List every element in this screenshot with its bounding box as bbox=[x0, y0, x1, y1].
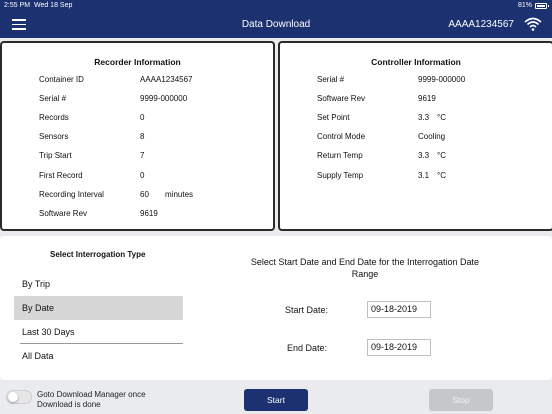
controller-label: Control Mode bbox=[317, 132, 366, 142]
date-range-title: Select Start Date and End Date for the I… bbox=[250, 257, 480, 279]
controller-label: Return Temp bbox=[317, 151, 363, 161]
battery-icon bbox=[535, 2, 549, 9]
controller-info-title: Controller Information bbox=[371, 57, 461, 67]
interrogation-type-title: Select Interrogation Type bbox=[50, 250, 146, 259]
recorder-label: Records bbox=[39, 113, 69, 123]
option-last-30-days[interactable]: Last 30 Days bbox=[14, 320, 183, 344]
start-date-input[interactable]: 09-18-2019 bbox=[367, 301, 431, 318]
recorder-value: AAAA1234567 bbox=[140, 75, 193, 84]
battery-fill bbox=[537, 4, 546, 7]
battery-percent: 81% bbox=[517, 2, 532, 9]
recorder-label: Recording Interval bbox=[39, 189, 104, 199]
download-manager-label: Goto Download Manager once Download is d… bbox=[37, 390, 146, 409]
controller-unit: °C bbox=[437, 170, 446, 180]
controller-value: Cooling bbox=[418, 132, 446, 142]
controller-label: Software Rev bbox=[317, 94, 366, 104]
recorder-value: 0 bbox=[140, 113, 145, 123]
controller-label: Supply Temp bbox=[317, 170, 364, 180]
download-manager-toggle[interactable] bbox=[6, 390, 32, 404]
interrogation-section: Select Interrogation Type By Trip By Dat… bbox=[0, 236, 552, 380]
recorder-info-title: Recorder Information bbox=[94, 57, 181, 67]
status-time: 2:55 PM Wed 18 Sep bbox=[4, 2, 73, 9]
controller-unit: °C bbox=[437, 151, 446, 161]
controller-value: 9619 bbox=[418, 94, 436, 104]
controller-label: Serial # bbox=[317, 75, 345, 84]
recorder-label: Container ID bbox=[39, 75, 84, 84]
recorder-label: Serial # bbox=[39, 94, 67, 104]
recorder-value: 9619 bbox=[140, 208, 158, 218]
controller-value: 9999-000000 bbox=[418, 75, 466, 84]
controller-label: Set Point bbox=[317, 113, 350, 123]
option-by-date[interactable]: By Date bbox=[14, 296, 183, 320]
recorder-value: 7 bbox=[140, 151, 145, 161]
option-by-trip[interactable]: By Trip bbox=[14, 272, 183, 296]
recorder-label: Software Rev bbox=[39, 208, 88, 218]
toggle-knob bbox=[8, 392, 18, 402]
recorder-value: 60 bbox=[140, 189, 149, 199]
controller-unit: °C bbox=[437, 113, 446, 123]
option-all-data[interactable]: All Data bbox=[14, 344, 183, 368]
recorder-info-panel: Recorder Information Container ID AAAA123… bbox=[0, 41, 275, 231]
recorder-value: 8 bbox=[140, 132, 145, 142]
controller-value: 3.1 bbox=[418, 170, 430, 180]
nav-bar: Data Download AAAA1234567 bbox=[0, 12, 552, 38]
controller-value: 3.3 bbox=[418, 113, 430, 123]
recorder-unit: minutes bbox=[165, 189, 194, 199]
battery-indicator: 81% bbox=[517, 2, 549, 9]
recorder-label: First Record bbox=[39, 170, 83, 180]
start-button[interactable]: Start bbox=[244, 389, 308, 411]
end-date-label: End Date: bbox=[287, 343, 328, 353]
recorder-value: 9999-000000 bbox=[140, 94, 188, 104]
stop-button[interactable]: Stop bbox=[429, 389, 493, 411]
controller-value: 3.3 bbox=[418, 151, 430, 161]
end-date-input[interactable]: 09-18-2019 bbox=[367, 339, 431, 356]
controller-info-panel: Controller Information Serial # 9999-0000… bbox=[278, 41, 552, 231]
recorder-label: Sensors bbox=[39, 132, 69, 142]
start-date-label: Start Date: bbox=[285, 305, 329, 315]
status-bar: 2:55 PM Wed 18 Sep 81% bbox=[0, 0, 552, 12]
recorder-label: Trip Start bbox=[39, 151, 72, 161]
recorder-value: 0 bbox=[140, 170, 145, 180]
device-id: AAAA1234567 bbox=[448, 19, 514, 30]
wifi-icon bbox=[524, 17, 542, 31]
